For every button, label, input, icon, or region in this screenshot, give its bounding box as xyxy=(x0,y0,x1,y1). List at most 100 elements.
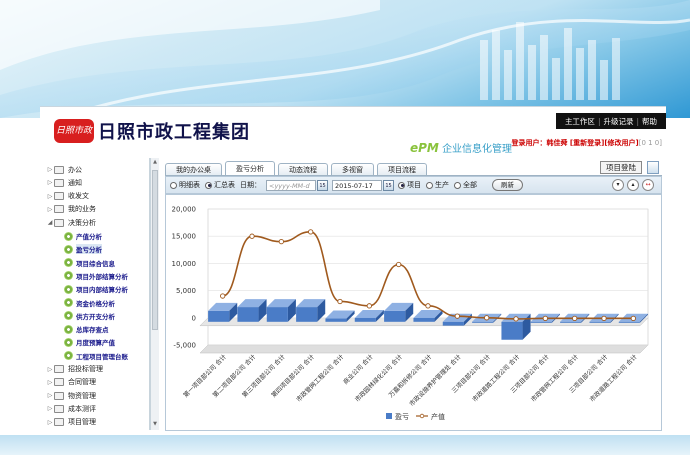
window-switch-icon[interactable] xyxy=(647,161,659,174)
user-extra: [0 1 0] xyxy=(638,139,662,147)
bar xyxy=(354,317,376,322)
calendar-icon[interactable]: 15 xyxy=(383,179,394,191)
gear-icon xyxy=(64,351,73,361)
product-e: ePM xyxy=(410,141,439,155)
sidebar-item[interactable]: ◢ 决策分析 xyxy=(46,217,96,228)
sidebar-item-label: 决策分析 xyxy=(68,218,96,227)
sidebar-item[interactable]: 产值分析 xyxy=(64,231,102,242)
link-help[interactable]: 帮助 xyxy=(639,116,660,127)
scroll-down-icon[interactable]: ▼ xyxy=(151,421,159,429)
caret-right-icon[interactable]: ▷ xyxy=(46,366,54,373)
link-upgrade-log[interactable]: 升级记录 xyxy=(600,116,636,127)
scroll-up-icon[interactable]: ▲ xyxy=(151,159,159,167)
gear-icon xyxy=(64,271,73,281)
sidebar-item-label: 合同管理 xyxy=(68,378,96,387)
sidebar-scrollbar[interactable]: ▲ ▼ xyxy=(150,158,159,430)
caret-right-icon[interactable]: ▷ xyxy=(46,392,54,399)
bar xyxy=(530,321,552,323)
sidebar-item-label: 项目外部结算分析 xyxy=(76,272,128,281)
legend-swatch-point xyxy=(419,413,425,419)
caret-right-icon[interactable]: ▷ xyxy=(46,419,54,426)
caret-right-icon[interactable]: ▷ xyxy=(46,179,54,186)
expand-down-icon[interactable]: ▾ xyxy=(612,179,624,191)
relogin-link[interactable]: [重新登录] xyxy=(570,139,604,147)
calendar-icon[interactable]: 15 xyxy=(317,179,328,191)
sidebar-item[interactable]: ▷ 合同管理 xyxy=(46,377,96,388)
sidebar-item[interactable]: 工程项目管理台账 xyxy=(64,350,128,361)
sidebar-item-label: 供方开支分析 xyxy=(76,312,115,321)
date-label: 日期： xyxy=(240,181,261,189)
sidebar-item[interactable]: ▷ 成本测评 xyxy=(46,403,96,414)
caret-right-icon[interactable]: ▷ xyxy=(46,379,54,386)
header-banner xyxy=(0,0,690,118)
radio-project[interactable] xyxy=(398,181,405,189)
sidebar-item[interactable]: 项目外部结算分析 xyxy=(64,270,128,281)
radio-detail[interactable] xyxy=(170,181,177,189)
caret-down-icon[interactable]: ◢ xyxy=(46,219,54,226)
caret-right-icon[interactable]: ▷ xyxy=(46,405,54,412)
line-point xyxy=(630,315,636,321)
folder-icon xyxy=(54,378,64,387)
x-tick-label: 市政道路工程公司 合计 xyxy=(588,353,639,404)
bar xyxy=(237,307,259,322)
legend-label: 产值 xyxy=(431,412,445,421)
sidebar-item[interactable]: ▷ 物资管理 xyxy=(46,390,96,401)
radio-all[interactable] xyxy=(454,181,461,189)
sidebar-item[interactable]: 盈亏分析 xyxy=(64,244,102,255)
folder-icon xyxy=(54,205,64,214)
sidebar-item[interactable]: 月度预算产值 xyxy=(64,337,115,348)
date-from-input[interactable]: <yyyy-MM-d xyxy=(266,179,316,191)
sidebar-item-label: 通知 xyxy=(68,178,82,187)
project-login-button[interactable]: 项目登陆 xyxy=(600,161,642,174)
bar xyxy=(472,321,494,323)
tab-profit-loss[interactable]: 盈亏分析 xyxy=(225,161,275,176)
radio-summary-label: 汇总表 xyxy=(214,181,235,189)
line-point xyxy=(572,315,578,321)
chart-base xyxy=(199,344,649,354)
bar xyxy=(618,321,640,323)
sidebar-item[interactable]: 项目综合信息 xyxy=(64,257,115,268)
line-point xyxy=(278,238,284,245)
main-panel: 我的办公桌 盈亏分析 动态流程 多视窗 项目流程 项目登陆 明细表 汇总表 日期… xyxy=(160,158,666,435)
y-tick-label: 20,000 xyxy=(172,206,197,214)
sidebar-item[interactable]: ▷ 收发文 xyxy=(46,191,89,202)
sidebar-item[interactable]: 项目内部结算分析 xyxy=(64,284,128,295)
x-tick-label: 市政道路工程公司 合计 xyxy=(471,353,522,404)
folder-icon xyxy=(54,365,64,373)
line-point xyxy=(425,303,431,309)
sidebar-item[interactable]: ▷ 办公 xyxy=(46,164,82,175)
link-main-workspace[interactable]: 主工作区 xyxy=(562,116,598,127)
sidebar-item[interactable]: 总库存查点 xyxy=(64,324,109,335)
legend-swatch-bar xyxy=(386,413,392,419)
caret-right-icon[interactable]: ▷ xyxy=(46,193,54,200)
sidebar-item-label: 招投标管理 xyxy=(68,365,103,373)
gear-icon xyxy=(64,324,73,334)
folder-icon xyxy=(54,218,64,227)
scroll-thumb[interactable] xyxy=(152,170,158,330)
bar xyxy=(296,307,318,322)
folder-icon xyxy=(54,404,64,413)
x-tick-label: 市政管网工程公司 合计 xyxy=(295,353,346,404)
sidebar-item[interactable]: ▷ 招投标管理 xyxy=(46,364,103,375)
caret-right-icon[interactable]: ▷ xyxy=(46,166,54,173)
sidebar-item[interactable]: ▷ 项目管理 xyxy=(46,417,96,428)
app-header: 日照市政 日照市政工程集团 ePM 企业信息化管理 主工作区 | 升级记录 | 帮助… xyxy=(40,106,666,156)
radio-production[interactable] xyxy=(426,181,433,189)
sidebar-item[interactable]: 供方开支分析 xyxy=(64,310,115,321)
refresh-button[interactable]: 刷新 xyxy=(492,179,523,191)
folder-icon xyxy=(54,418,64,427)
gear-icon xyxy=(64,284,73,294)
sidebar-item[interactable]: ▷ 我的业务 xyxy=(46,204,96,215)
sidebar-item[interactable]: ▷ 通知 xyxy=(46,177,82,188)
y-tick-label: 10,000 xyxy=(172,260,197,268)
close-panel-icon[interactable]: ↔ xyxy=(642,179,654,191)
bar xyxy=(384,310,406,322)
caret-right-icon[interactable]: ▷ xyxy=(46,206,54,213)
change-user-link[interactable]: [修改用户] xyxy=(604,139,638,147)
date-to-input[interactable]: 2015-07-17 xyxy=(332,179,382,191)
product-name: ePM 企业信息化管理 xyxy=(410,140,512,155)
sidebar-item-label: 月度预算产值 xyxy=(76,339,115,348)
radio-summary[interactable] xyxy=(205,181,212,189)
collapse-up-icon[interactable]: ▴ xyxy=(627,179,639,191)
sidebar-item[interactable]: 资金价格分析 xyxy=(64,297,115,308)
